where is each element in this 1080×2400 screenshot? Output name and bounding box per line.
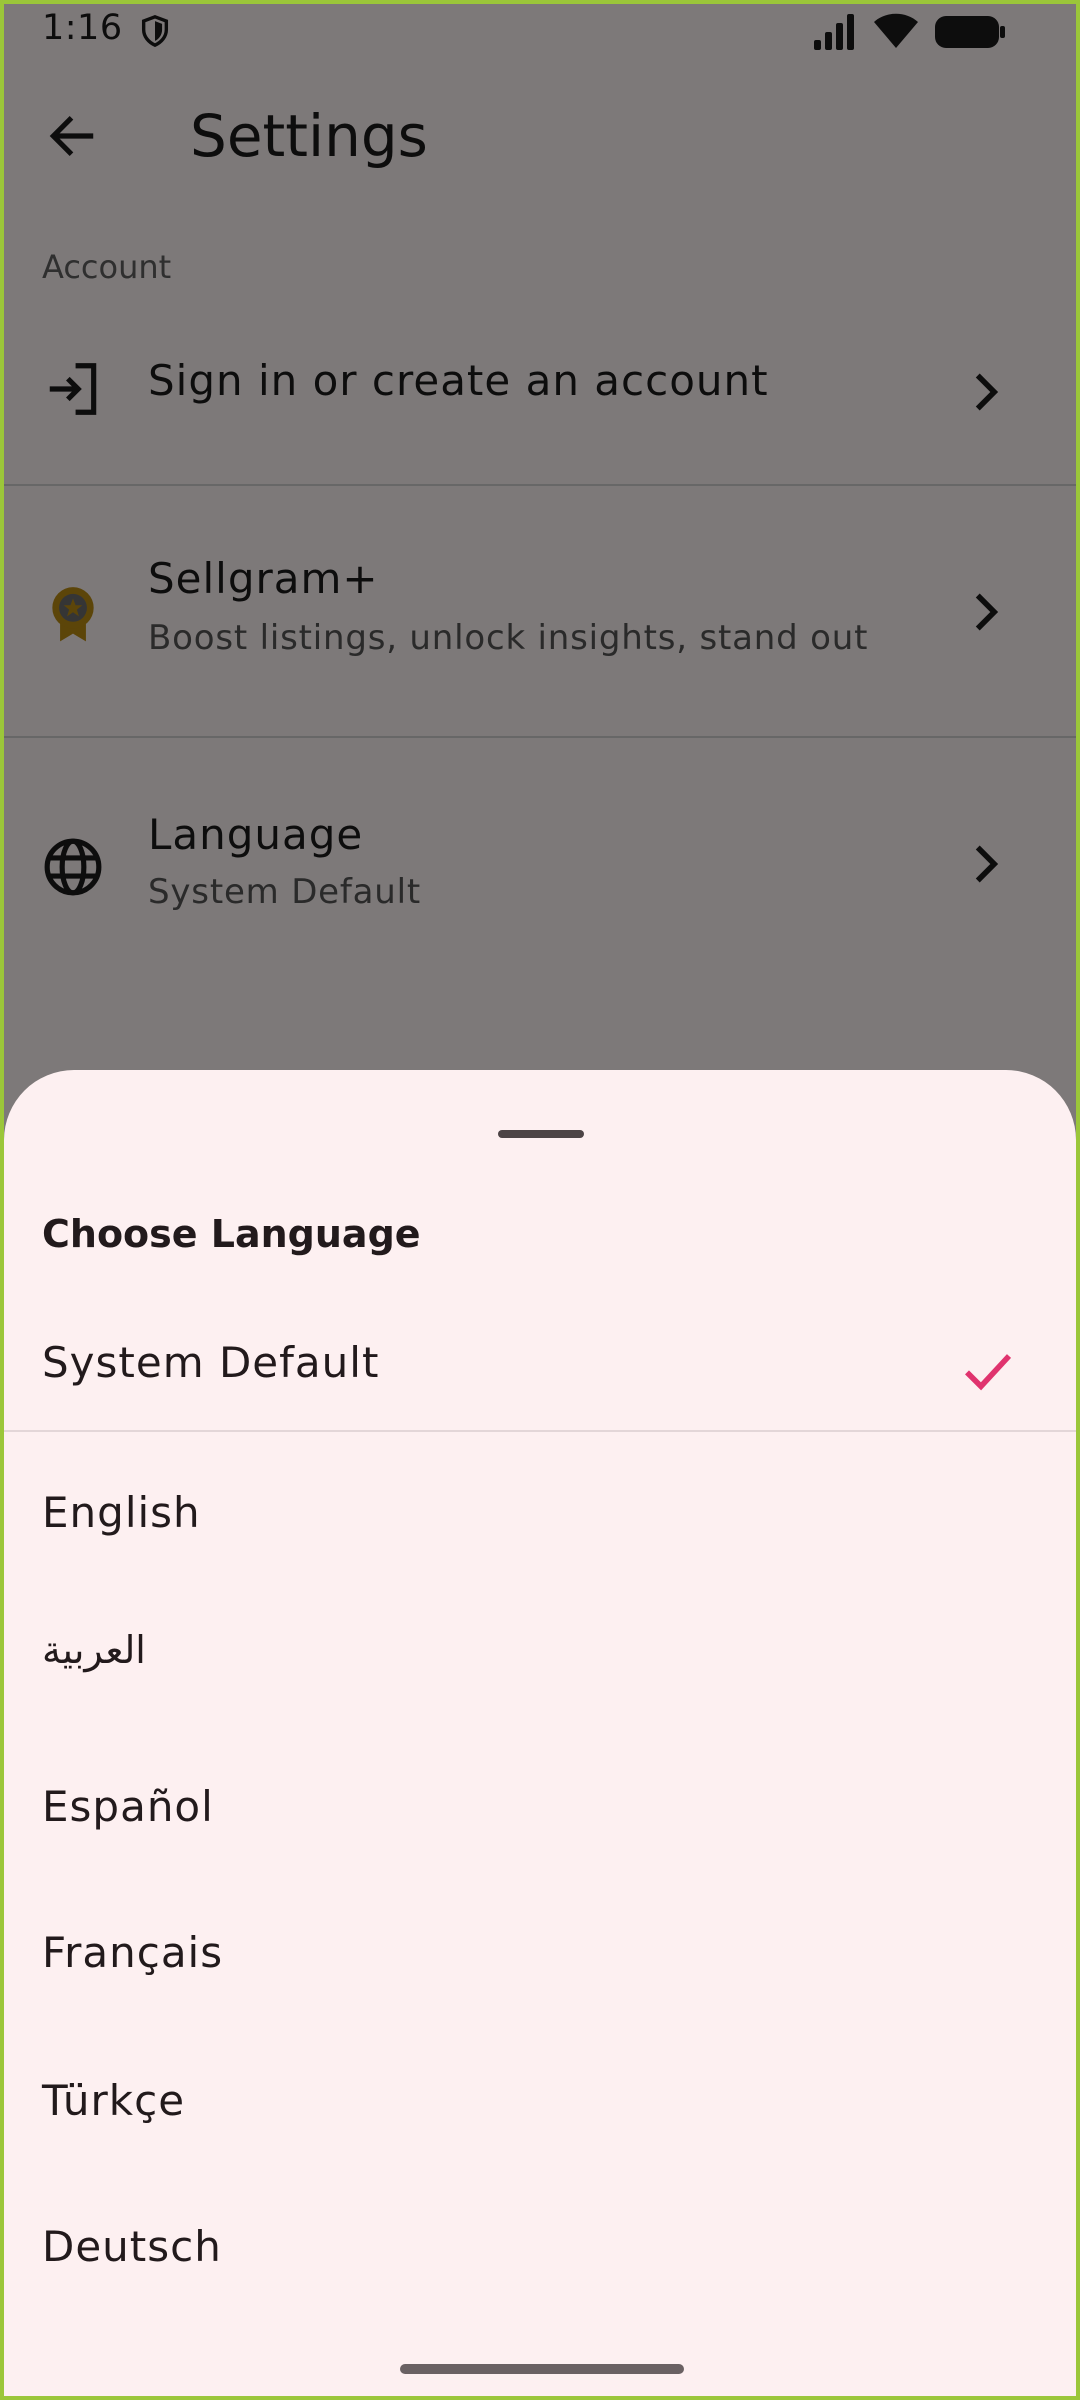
language-option-label: Türkçe <box>42 2076 186 2125</box>
sheet-title: Choose Language <box>42 1212 421 1256</box>
language-option-german[interactable]: Deutsch <box>4 2192 1076 2312</box>
check-icon <box>965 1354 1012 1391</box>
language-option-system-default[interactable]: System Default <box>4 1308 1076 1428</box>
language-option-label: Español <box>42 1782 214 1831</box>
divider <box>4 1430 1076 1432</box>
language-option-spanish[interactable]: Español <box>4 1752 1076 1872</box>
language-option-arabic[interactable]: العربية <box>4 1598 1076 1718</box>
language-option-english[interactable]: English <box>4 1458 1076 1578</box>
language-option-label: English <box>42 1488 201 1537</box>
language-option-label: Deutsch <box>42 2222 222 2271</box>
language-option-label: Français <box>42 1928 224 1977</box>
language-option-french[interactable]: Français <box>4 1898 1076 2018</box>
language-option-turkish[interactable]: Türkçe <box>4 2046 1076 2166</box>
language-option-label: System Default <box>42 1338 380 1387</box>
drag-handle[interactable] <box>498 1130 584 1138</box>
home-indicator <box>400 2364 684 2374</box>
language-option-label: العربية <box>42 1628 146 1672</box>
screen: 1:16 Settings Account Sig <box>0 0 1080 2400</box>
language-bottom-sheet: Choose Language System Default English ا… <box>4 1070 1076 2400</box>
